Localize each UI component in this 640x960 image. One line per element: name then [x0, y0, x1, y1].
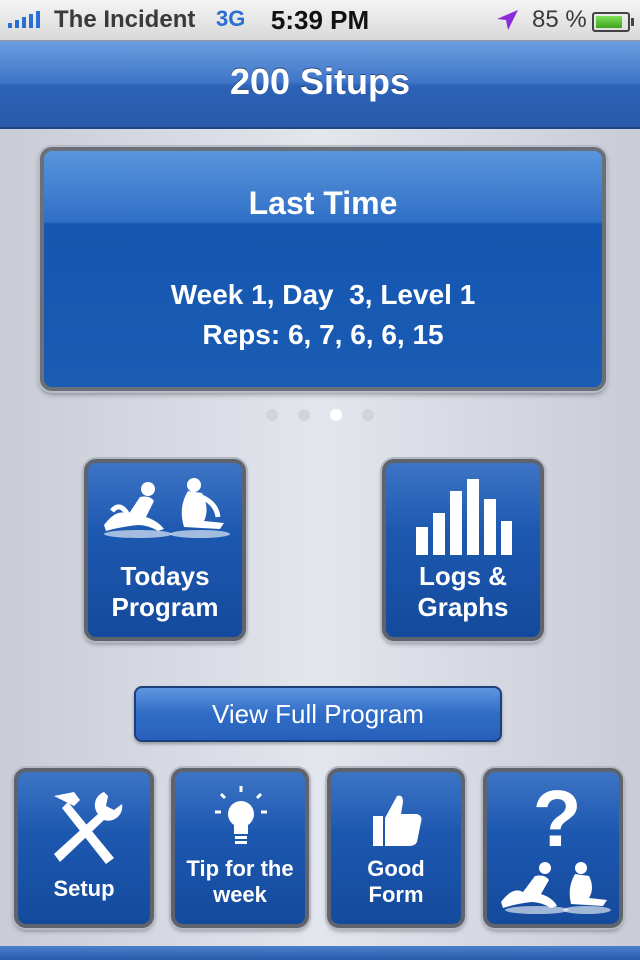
good-form-button[interactable]: Good Form — [327, 768, 465, 928]
light-bulb-icon — [215, 786, 267, 844]
page-dot[interactable] — [330, 409, 342, 421]
location-arrow-icon — [497, 10, 518, 30]
status-bar: The Incident 3G 5:39 PM 85 % — [0, 0, 640, 41]
page-dot[interactable] — [298, 409, 310, 421]
tip-for-the-week-button[interactable]: Tip for the week — [171, 768, 309, 928]
thumbs-up-icon — [373, 795, 422, 846]
good-form-label: Good Form — [367, 856, 425, 908]
help-button[interactable]: ? — [483, 768, 623, 928]
setup-button[interactable]: Setup — [14, 768, 154, 928]
bottom-bar — [0, 946, 640, 960]
page-indicator[interactable] — [0, 409, 640, 421]
last-time-card[interactable]: Last Time Week 1, Day 3, Level 1 Reps: 6… — [40, 147, 606, 391]
page-dot[interactable] — [266, 409, 278, 421]
todays-program-button[interactable]: Todays Program — [84, 459, 246, 641]
navigation-bar: 200 Situps — [0, 41, 640, 129]
logs-graphs-label: Logs & Graphs — [417, 561, 509, 623]
question-mark-situp-icon: ? — [501, 778, 611, 914]
page-dot[interactable] — [362, 409, 374, 421]
todays-program-label: Todays Program — [111, 561, 219, 623]
svg-text:?: ? — [533, 778, 582, 863]
view-full-program-button[interactable]: View Full Program — [134, 686, 502, 742]
logs-graphs-button[interactable]: Logs & Graphs — [382, 459, 544, 641]
situp-figures-icon — [104, 478, 230, 538]
last-time-reps: Reps: 6, 7, 6, 6, 15 — [202, 319, 444, 350]
bar-graph-icon — [416, 479, 512, 555]
last-time-title: Last Time — [248, 185, 398, 221]
battery-icon — [592, 12, 634, 32]
tip-for-the-week-label: Tip for the week — [186, 856, 294, 908]
last-time-week-day-level: Week 1, Day 3, Level 1 — [170, 279, 476, 310]
hammer-wrench-icon — [54, 792, 123, 864]
setup-label: Setup — [53, 876, 115, 901]
page-title: 200 Situps — [229, 61, 411, 102]
battery-percent: 85 % — [532, 6, 587, 33]
